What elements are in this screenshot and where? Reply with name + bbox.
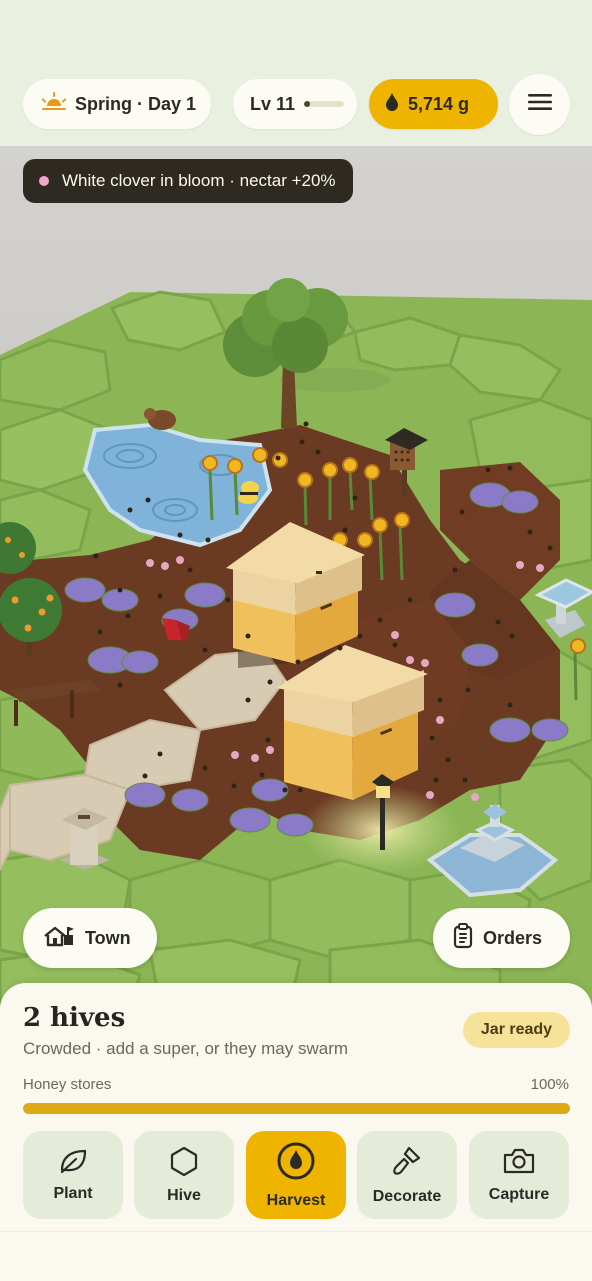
xp-progress-bar xyxy=(304,101,345,107)
plant-label: Plant xyxy=(53,1184,93,1202)
garden-map[interactable]: White clover in bloom · nectar +20% xyxy=(0,146,592,1006)
orders-label: Orders xyxy=(483,927,543,948)
harvest-label: Harvest xyxy=(266,1191,326,1209)
town-button[interactable]: Town xyxy=(23,908,157,968)
menu-button[interactable] xyxy=(509,74,570,135)
orders-button[interactable]: Orders xyxy=(433,908,570,968)
season-pill[interactable]: Spring · Day 1 xyxy=(23,79,211,129)
town-label: Town xyxy=(85,927,131,948)
harvest-button[interactable]: Harvest xyxy=(246,1131,346,1219)
hamburger-menu-icon xyxy=(527,94,552,115)
level-label: Lv 11 xyxy=(250,93,296,114)
paintbrush-icon xyxy=(392,1145,422,1182)
capture-label: Capture xyxy=(488,1185,550,1203)
level-pill[interactable]: Lv 11 xyxy=(233,79,357,129)
notification-text: White clover in bloom · nectar +20% xyxy=(62,171,336,190)
honey-balance: 5,714 g xyxy=(408,93,470,114)
hive-panel: 2 hives Crowded · add a super, or they m… xyxy=(0,983,592,1281)
plant-button[interactable]: Plant xyxy=(23,1131,123,1219)
town-icon xyxy=(43,925,75,952)
honey-balance-pill[interactable]: 5,714 g xyxy=(369,79,498,129)
hive-count-title: 2 hives xyxy=(23,1003,126,1033)
honey-stores-bar xyxy=(23,1103,570,1114)
sheet-bottom-divider xyxy=(0,1231,592,1232)
garden-world[interactable] xyxy=(0,146,592,1006)
honey-drop-icon xyxy=(385,92,399,116)
honey-drop-icon xyxy=(276,1141,316,1186)
bloom-notification[interactable]: White clover in bloom · nectar +20% xyxy=(23,159,353,203)
decorate-label: Decorate xyxy=(372,1187,442,1205)
hive-label: Hive xyxy=(167,1186,201,1204)
honey-stores-value: 100% xyxy=(530,1076,569,1093)
camera-icon xyxy=(502,1147,536,1180)
capture-button[interactable]: Capture xyxy=(469,1131,569,1219)
decorate-button[interactable]: Decorate xyxy=(357,1131,457,1219)
sunrise-icon xyxy=(41,91,67,118)
honey-stores-fill xyxy=(23,1103,570,1114)
jar-ready-badge[interactable]: Jar ready xyxy=(463,1012,570,1048)
leaf-icon xyxy=(58,1148,88,1179)
top-bar: Spring · Day 1 Lv 11 5,714 g xyxy=(0,0,592,146)
notification-dot xyxy=(39,176,49,186)
hive-status-text: Crowded · add a super, or they may swarm xyxy=(23,1039,349,1058)
honey-stores-label: Honey stores xyxy=(23,1076,112,1093)
action-bar: Plant Hive Harvest Decorate Capture xyxy=(0,1131,592,1221)
hexagon-icon xyxy=(170,1146,198,1181)
season-label: Spring · Day 1 xyxy=(75,93,197,114)
xp-progress-fill xyxy=(304,101,311,107)
hive-button[interactable]: Hive xyxy=(134,1131,234,1219)
clipboard-icon xyxy=(453,922,473,954)
